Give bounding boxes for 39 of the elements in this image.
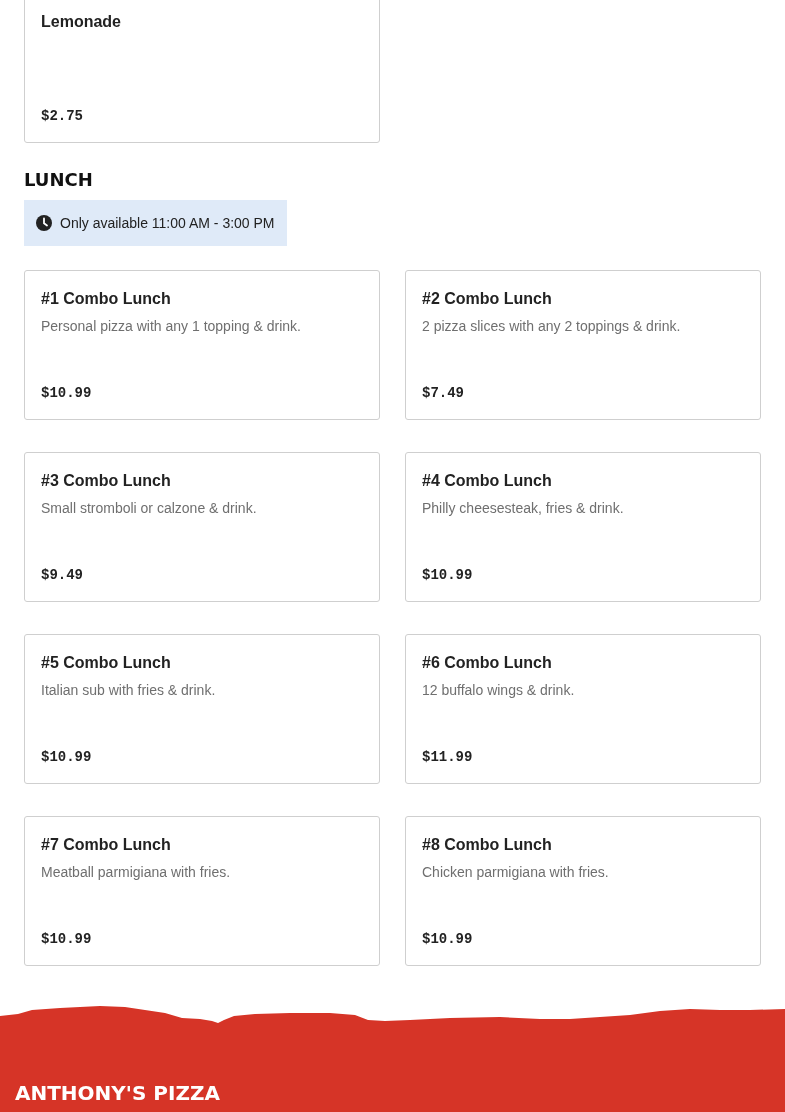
item-name: #8 Combo Lunch <box>422 835 552 855</box>
item-name: #2 Combo Lunch <box>422 289 552 309</box>
menu-item-card[interactable]: #3 Combo Lunch Small stromboli or calzone & drink. $9.49 <box>24 452 380 602</box>
item-description: Chicken parmigiana with fries. <box>422 863 609 882</box>
item-description: Meatball parmigiana with fries. <box>41 863 231 882</box>
section-heading: LUNCH <box>24 169 93 191</box>
item-price: $10.99 <box>41 384 92 403</box>
item-description: Small stromboli or calzone & drink. <box>41 499 257 518</box>
menu-item-card[interactable]: #4 Combo Lunch Philly cheesesteak, fries & drink. $10.99 <box>405 452 761 602</box>
menu-item-card[interactable]: #1 Combo Lunch Personal pizza with any 1 topping & drink. $10.99 <box>24 270 380 420</box>
item-name: Lemonade <box>41 12 121 32</box>
item-description: Italian sub with fries & drink. <box>41 681 216 700</box>
item-name: #1 Combo Lunch <box>41 289 171 309</box>
menu-item-card[interactable]: #2 Combo Lunch 2 pizza slices with any 2 toppings & drink. $7.49 <box>405 270 761 420</box>
item-price: $9.49 <box>41 566 83 585</box>
menu-item-card[interactable]: Lemonade $2.75 <box>24 0 380 143</box>
availability-text: Only available 11:00 AM - 3:00 PM <box>60 215 275 231</box>
clock-icon <box>36 215 52 231</box>
item-name: #4 Combo Lunch <box>422 471 552 491</box>
item-description: 2 pizza slices with any 2 toppings & drink. <box>422 317 681 336</box>
menu-item-card[interactable]: #7 Combo Lunch Meatball parmigiana with fries. $10.99 <box>24 816 380 966</box>
item-price: $10.99 <box>422 930 473 949</box>
item-price: $2.75 <box>41 107 83 126</box>
item-price: $7.49 <box>422 384 464 403</box>
item-name: #3 Combo Lunch <box>41 471 171 491</box>
item-name: #5 Combo Lunch <box>41 653 171 673</box>
item-price: $10.99 <box>422 566 473 585</box>
menu-item-card[interactable]: #8 Combo Lunch Chicken parmigiana with fries. $10.99 <box>405 816 761 966</box>
item-description: Philly cheesesteak, fries & drink. <box>422 499 624 518</box>
item-price: $10.99 <box>41 930 92 949</box>
item-name: #7 Combo Lunch <box>41 835 171 855</box>
item-name: #6 Combo Lunch <box>422 653 552 673</box>
item-price: $10.99 <box>41 748 92 767</box>
item-price: $11.99 <box>422 748 473 767</box>
menu-item-card[interactable]: #5 Combo Lunch Italian sub with fries & drink. $10.99 <box>24 634 380 784</box>
brand-name: ANTHONY'S PIZZA <box>15 1081 220 1105</box>
menu-item-card[interactable]: #6 Combo Lunch 12 buffalo wings & drink. $11.99 <box>405 634 761 784</box>
item-description: Personal pizza with any 1 topping & drink. <box>41 317 301 336</box>
item-description: 12 buffalo wings & drink. <box>422 681 575 700</box>
